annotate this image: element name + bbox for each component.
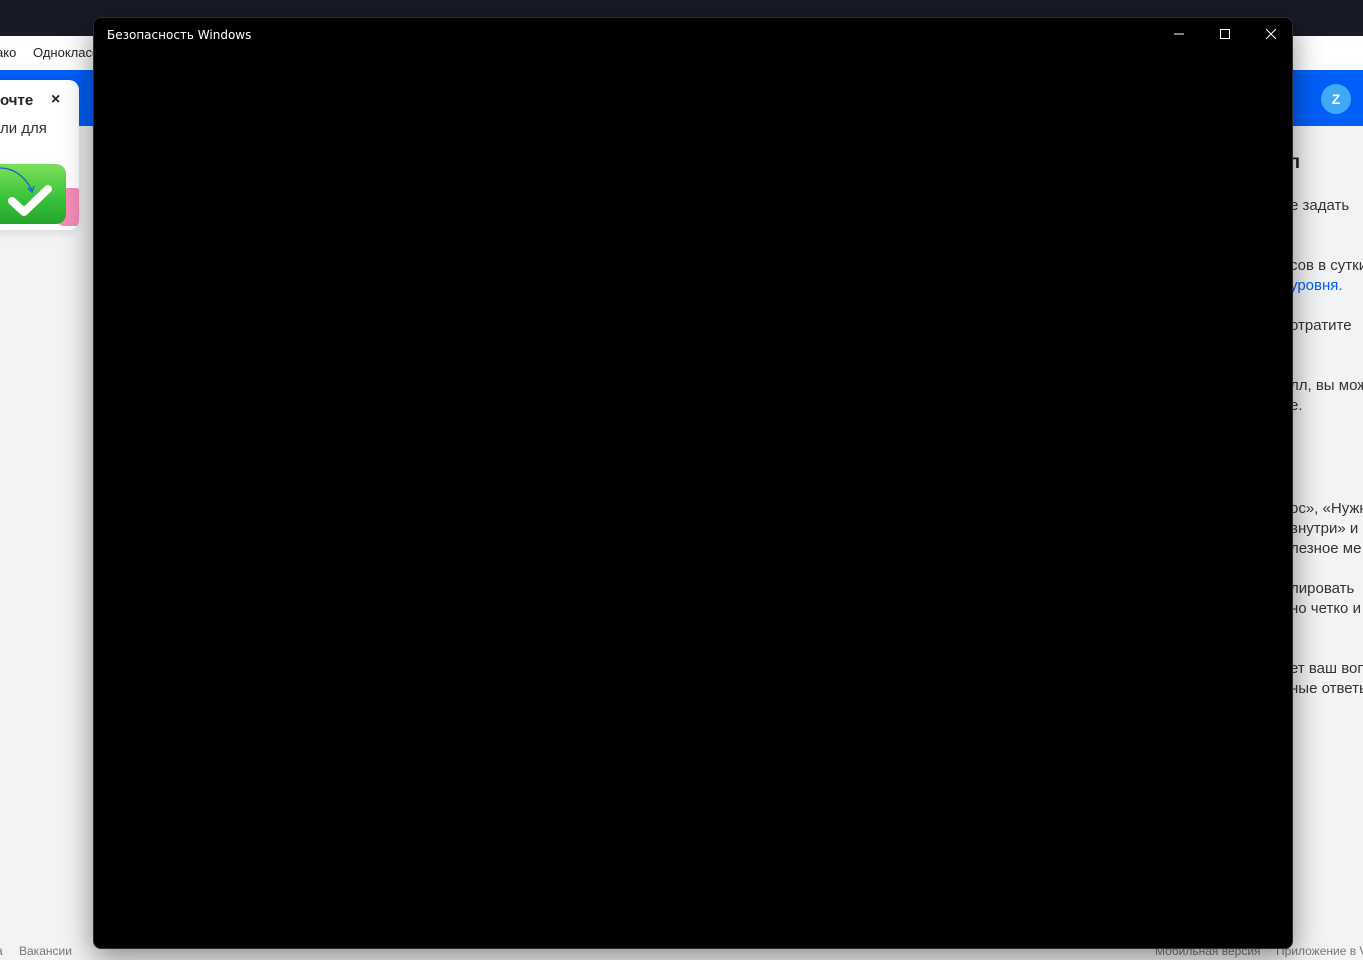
close-button[interactable] [1248,18,1292,50]
article-link[interactable]: уровня. [1290,277,1343,294]
footer-link[interactable]: Вакансии [19,944,72,958]
user-avatar[interactable]: Z [1321,84,1351,114]
article-line: внутри» и [1290,520,1359,537]
close-icon[interactable]: × [51,91,60,109]
article-line: но четко и [1290,600,1361,617]
notification-popup: очте × ли для В [0,80,79,230]
article-line: лл, вы мож [1290,377,1363,394]
footer-link[interactable]: а [0,944,3,958]
article-line: лировать [1290,580,1355,597]
close-icon [1265,28,1277,40]
bookmark-item[interactable]: Однокласс [33,45,98,60]
maximize-button[interactable] [1202,18,1248,50]
popup-title: очте [0,92,34,109]
window-content-area [94,50,1292,948]
minimize-icon [1174,33,1184,35]
article-line: ет ваш воп [1290,660,1363,677]
article-line: сов в сутки [1290,257,1363,274]
article-line: е задать [1290,197,1350,214]
article-line: лезное ме [1290,540,1362,557]
popup-text: ли для [0,120,47,137]
windows-security-window: Безопасность Windows [93,17,1293,949]
article-line: ные ответы [1290,680,1363,697]
bookmark-item[interactable]: ако [0,45,16,60]
article-line: отратите [1290,317,1352,334]
maximize-icon [1220,29,1230,39]
arrow-icon [0,167,35,194]
article-line: ос», «Нужн [1290,500,1363,517]
minimize-button[interactable] [1156,18,1202,50]
window-title: Безопасность Windows [107,28,252,42]
